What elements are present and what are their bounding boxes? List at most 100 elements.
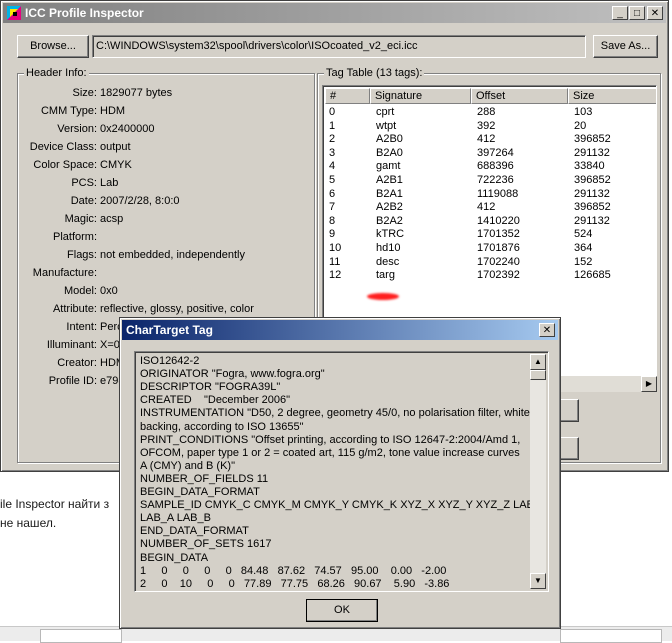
table-cell: B2A2 [376, 214, 403, 227]
save-as-button[interactable]: Save As... [593, 35, 658, 58]
scroll-thumb[interactable] [530, 370, 546, 380]
table-row[interactable]: 0 cprt 288 103 [325, 106, 656, 119]
header-label: Profile ID: [48, 375, 97, 387]
text-line: A (CMY) and B (K)" [140, 459, 235, 472]
table-cell: wtpt [376, 119, 397, 132]
header-label: Creator: [57, 357, 97, 369]
table-cell: 392 [477, 119, 496, 132]
header-row-attribute: Attribute: reflective, glossy, positive, … [13, 303, 313, 317]
browse-button[interactable]: Browse... [17, 35, 89, 58]
chartarget-dialog: CharTarget Tag ✕ ISO12642-2 ORIGINATOR "F… [119, 317, 561, 629]
table-row[interactable]: 4 gamt 688396 33840 [325, 160, 656, 173]
table-cell: B2A0 [376, 146, 403, 159]
header-info-legend: Header Info: [24, 67, 89, 79]
table-cell: 1702392 [477, 269, 520, 282]
table-row[interactable]: 2 A2B0 412 396852 [325, 133, 656, 146]
scroll-right-arrow-icon[interactable]: ▶ [641, 376, 657, 392]
column-header-offset[interactable]: Offset [471, 88, 568, 104]
header-row-version: Version: 0x2400000 [13, 123, 313, 137]
table-cell: cprt [376, 106, 395, 118]
header-label: Color Space: [33, 159, 97, 171]
table-row[interactable]: 11 desc 1702240 152 [325, 255, 656, 269]
header-value: 0x0 [100, 285, 118, 297]
header-value: reflective, glossy, positive, color [100, 303, 254, 315]
column-header-size[interactable]: Size [568, 88, 656, 104]
header-value: Lab [100, 177, 119, 189]
table-cell: desc [376, 255, 400, 268]
table-row[interactable]: 3 B2A0 397264 291132 [325, 146, 656, 160]
title-bar: ICC Profile Inspector _ □ ✕ [3, 3, 666, 23]
scroll-up-arrow-icon[interactable]: ▲ [530, 354, 546, 370]
table-cell: 12 [329, 269, 342, 282]
table-cell: gamt [376, 160, 401, 173]
table-cell: 1 [329, 119, 336, 132]
file-path-field[interactable]: C:\WINDOWS\system32\spool\drivers\color\… [92, 35, 586, 58]
table-cell: 1119088 [477, 187, 519, 200]
tag-table-header: # Signature Offset Size [325, 88, 656, 104]
table-cell: 7 [329, 201, 336, 214]
table-cell: 126685 [574, 269, 611, 282]
dialog-title-bar: CharTarget Tag ✕ [122, 320, 558, 340]
close-button[interactable]: ✕ [647, 6, 663, 20]
header-label: Model: [63, 285, 97, 297]
table-cell: 412 [477, 201, 496, 214]
header-label: Version: [57, 123, 97, 135]
header-label: Manufacture: [32, 267, 97, 279]
text-line: NUMBER_OF_FIELDS 11 [140, 472, 269, 485]
ok-button[interactable]: OK [306, 599, 378, 622]
dialog-close-button[interactable]: ✕ [539, 323, 555, 337]
table-row[interactable]: 12 targ 1702392 126685 [325, 269, 656, 282]
table-cell: targ [376, 269, 395, 282]
header-value: 0x2400000 [100, 123, 155, 135]
table-cell: 291132 [574, 146, 610, 159]
header-label: Magic: [64, 213, 97, 225]
column-header-signature[interactable]: Signature [370, 88, 471, 104]
header-row-manufacture: Manufacture: [13, 267, 313, 281]
table-cell: 103 [574, 106, 593, 118]
table-row[interactable]: 8 B2A2 1410220 291132 [325, 214, 656, 228]
minimize-button[interactable]: _ [612, 6, 628, 20]
table-cell: 10 [329, 242, 342, 254]
window-title: ICC Profile Inspector [25, 6, 144, 20]
header-row-pcs: PCS: Lab [13, 177, 313, 191]
text-line: CREATED "December 2006" [140, 394, 291, 407]
table-cell: B2A1 [376, 187, 403, 200]
header-row-model: Model: 0x0 [13, 285, 313, 299]
table-cell: 6 [329, 187, 336, 200]
table-row[interactable]: 1 wtpt 392 20 [325, 119, 656, 133]
header-value: acsp [100, 213, 124, 225]
table-cell: 1410220 [477, 214, 520, 227]
header-label: CMM Type: [40, 105, 97, 117]
header-value: HDM [100, 105, 126, 117]
column-header-number[interactable]: # [325, 88, 370, 104]
table-row[interactable]: 7 A2B2 412 396852 [325, 201, 656, 214]
header-label: Date: [70, 195, 97, 207]
table-cell: 2 [329, 133, 336, 146]
table-cell: 1701876 [477, 242, 520, 254]
table-cell: 688396 [477, 160, 514, 173]
header-value: 1829077 bytes [100, 87, 173, 99]
table-row[interactable]: 9 kTRC 1701352 524 [325, 228, 656, 241]
text-line: END_DATA_FORMAT [140, 525, 249, 538]
header-row-color-space: Color Space: CMYK [13, 159, 313, 173]
maximize-button[interactable]: □ [629, 6, 645, 20]
header-row-flags: Flags: not embedded, independently [13, 249, 313, 263]
chartarget-text-area[interactable]: ISO12642-2 ORIGINATOR "Fogra, www.fogra.o… [134, 351, 549, 592]
table-row[interactable]: 6 B2A1 1119088 291132 [325, 187, 656, 201]
table-cell: 396852 [574, 133, 611, 146]
table-cell: 9 [329, 228, 336, 241]
table-row[interactable]: 10 hd10 1701876 364 [325, 242, 656, 255]
table-cell: 291132 [574, 187, 610, 200]
text-line: PRINT_CONDITIONS "Offset printing, accor… [140, 433, 521, 446]
header-value: output [100, 141, 131, 153]
table-cell: 5 [329, 174, 336, 186]
header-label: Platform: [52, 231, 97, 243]
background-cell [40, 629, 122, 643]
text-line: OFCOM, paper type 1 or 2 = coated art, 1… [140, 446, 520, 459]
vertical-scrollbar[interactable]: ▲ ▼ [530, 354, 546, 589]
scroll-down-arrow-icon[interactable]: ▼ [530, 573, 546, 589]
table-cell: 4 [329, 160, 336, 173]
header-label: Device Class: [29, 141, 97, 153]
table-row[interactable]: 5 A2B1 722236 396852 [325, 174, 656, 187]
tag-table-legend: Tag Table (13 tags): [324, 67, 425, 79]
